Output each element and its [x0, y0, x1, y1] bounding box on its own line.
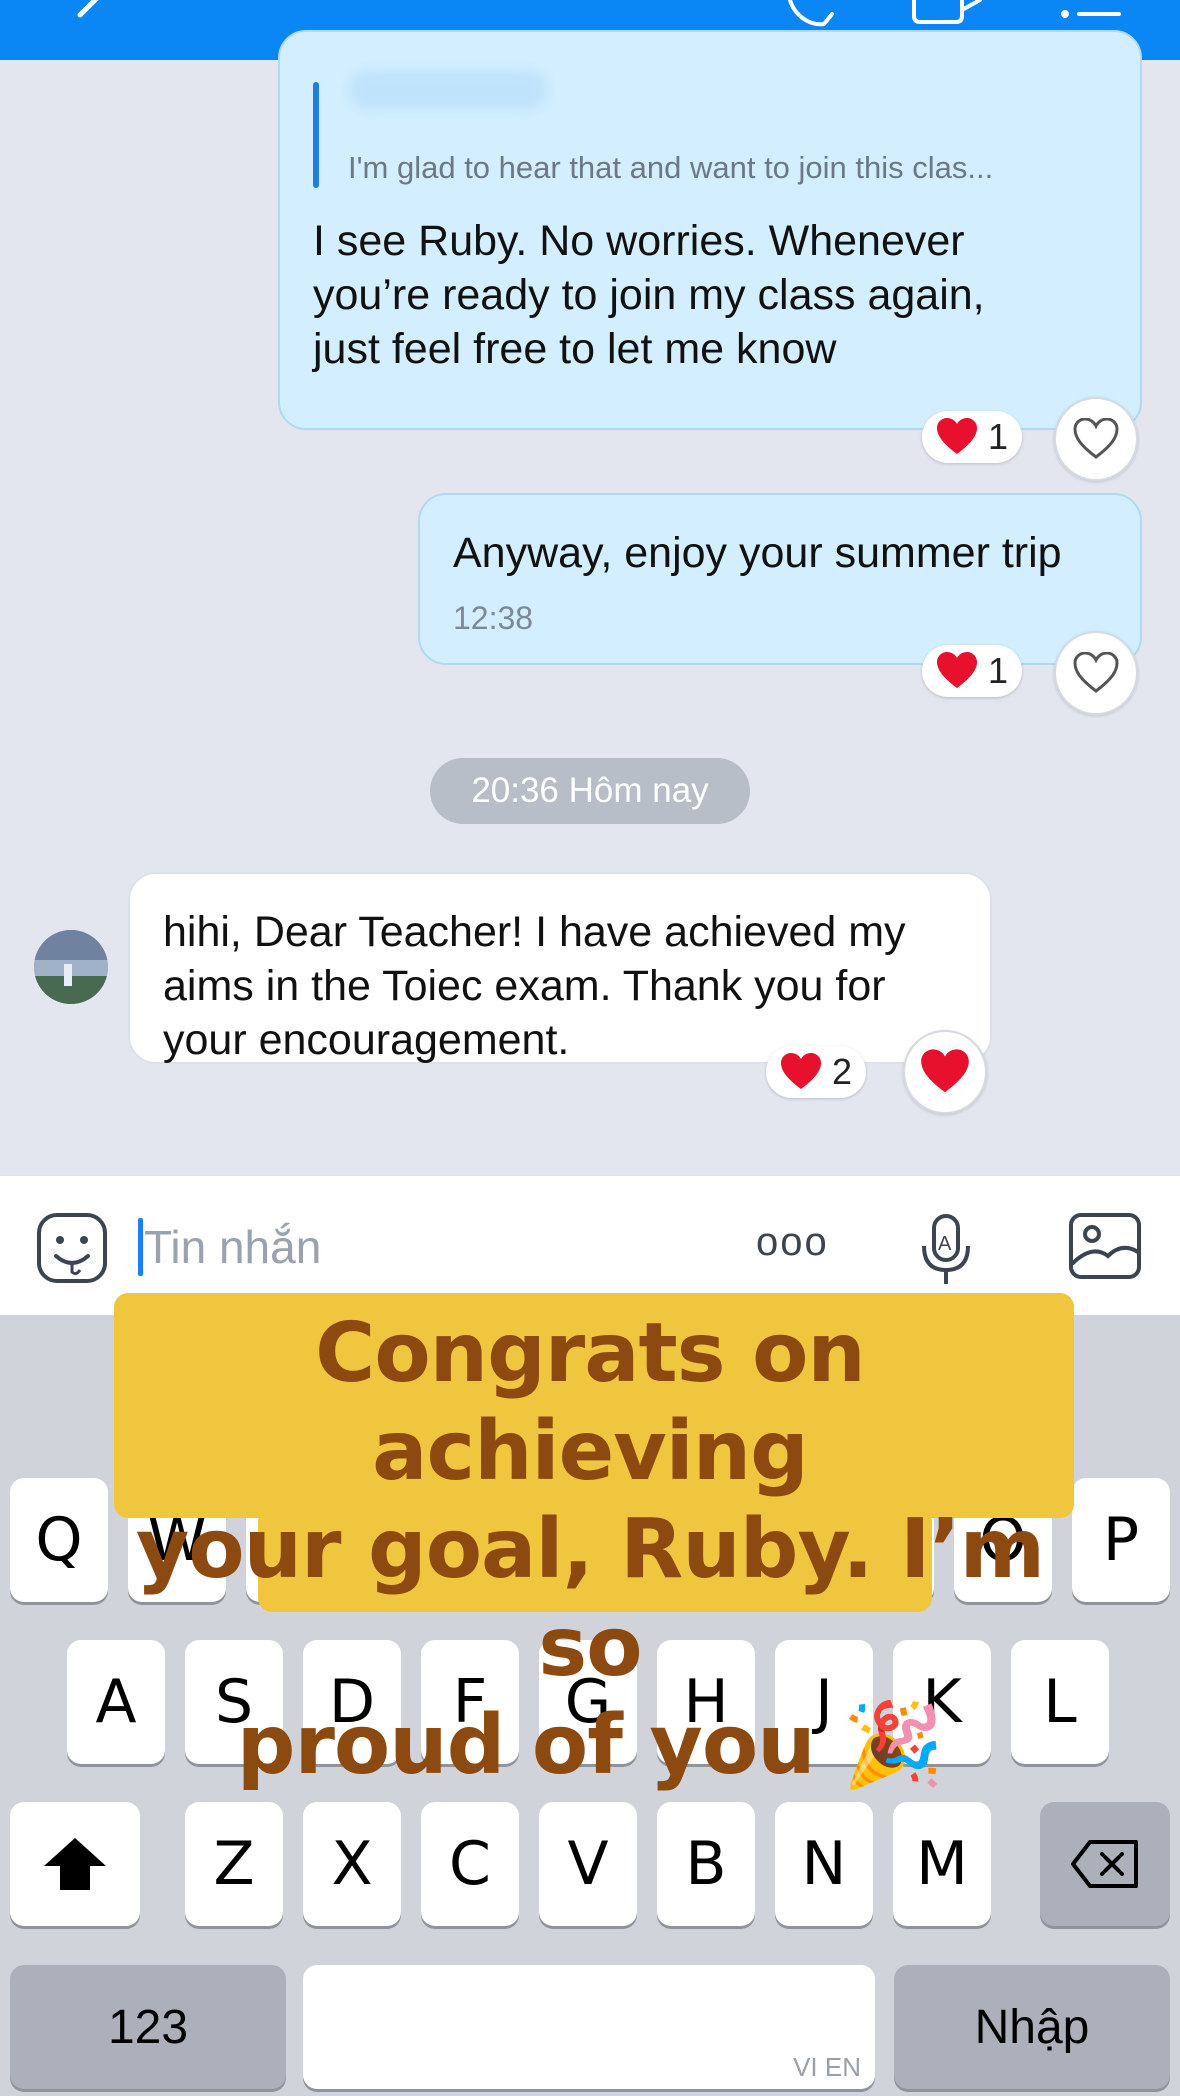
heart-icon — [781, 1053, 821, 1089]
backspace-key[interactable] — [1040, 1802, 1170, 1926]
react-button[interactable] — [1054, 631, 1138, 715]
key-m[interactable]: M — [893, 1802, 991, 1926]
key-b[interactable]: B — [657, 1802, 755, 1926]
message-text: Anyway, enjoy your summer trip — [453, 529, 1062, 577]
key-v[interactable]: V — [539, 1802, 637, 1926]
caption-line: proud of you 🎉 — [236, 1698, 944, 1793]
key-n[interactable]: N — [775, 1802, 873, 1926]
phone-icon[interactable] — [780, 0, 850, 28]
video-icon[interactable] — [910, 0, 990, 28]
reaction-summary[interactable]: 1 — [922, 411, 1023, 463]
back-icon[interactable] — [60, 0, 110, 30]
avatar[interactable] — [34, 930, 108, 1004]
image-icon[interactable] — [1068, 1212, 1142, 1280]
menu-icon[interactable] — [1055, 0, 1125, 28]
space-key[interactable]: VI EN — [303, 1965, 875, 2089]
reaction-summary[interactable]: 2 — [766, 1046, 867, 1098]
reaction-count: 1 — [988, 650, 1009, 691]
caption-line: Congrats on achieving — [315, 1306, 866, 1499]
shift-key[interactable] — [10, 1802, 140, 1926]
reaction-count: 1 — [988, 416, 1009, 457]
avatar-photo — [34, 930, 108, 1004]
heart-outline-icon — [1073, 652, 1119, 693]
numbers-key[interactable]: 123 — [10, 1965, 286, 2089]
message-time: 12:38 — [453, 600, 534, 636]
caption-overlay: Congrats on achieving your goal, Ruby. I… — [110, 1305, 1070, 1795]
sticker-icon[interactable] — [36, 1212, 108, 1284]
react-button[interactable] — [1054, 397, 1138, 481]
caption-line: your goal, Ruby. I’m so — [135, 1502, 1045, 1695]
heart-icon — [937, 418, 977, 454]
language-hint: VI EN — [793, 2052, 861, 2082]
message-text: hihi, Dear Teacher! I have achieved my a… — [163, 908, 906, 1064]
shift-icon — [44, 1838, 106, 1890]
message-text: I see Ruby. No worries. Whenever you’re … — [313, 217, 985, 373]
key-x[interactable]: X — [303, 1802, 401, 1926]
reaction-count: 2 — [832, 1051, 853, 1092]
react-button[interactable] — [903, 1030, 987, 1114]
text-caret — [138, 1218, 143, 1276]
reaction-summary[interactable]: 1 — [922, 645, 1023, 697]
key-c[interactable]: C — [421, 1802, 519, 1926]
heart-icon — [921, 1049, 969, 1093]
more-options-icon[interactable]: ooo — [756, 1220, 829, 1265]
chat-thread[interactable]: I'm glad to hear that and want to join t… — [0, 30, 1180, 1175]
quote-bar — [313, 82, 319, 188]
heart-icon — [937, 652, 977, 688]
backspace-icon — [1071, 1840, 1138, 1888]
key-z[interactable]: Z — [185, 1802, 283, 1926]
heart-outline-icon — [1073, 418, 1119, 459]
return-key[interactable]: Nhập — [894, 1965, 1170, 2089]
date-divider: 20:36 Hôm nay — [430, 758, 750, 824]
message-input[interactable]: Tin nhắn — [138, 1216, 698, 1278]
svg-text:A: A — [938, 1233, 952, 1255]
quoted-sender-name — [348, 70, 548, 110]
voice-to-text-icon[interactable]: A — [918, 1212, 974, 1288]
quoted-reply[interactable]: I'm glad to hear that and want to join t… — [278, 70, 1138, 190]
quoted-text: I'm glad to hear that and want to join t… — [348, 150, 994, 185]
key-p[interactable]: P — [1072, 1478, 1170, 1602]
key-q[interactable]: Q — [10, 1478, 108, 1602]
